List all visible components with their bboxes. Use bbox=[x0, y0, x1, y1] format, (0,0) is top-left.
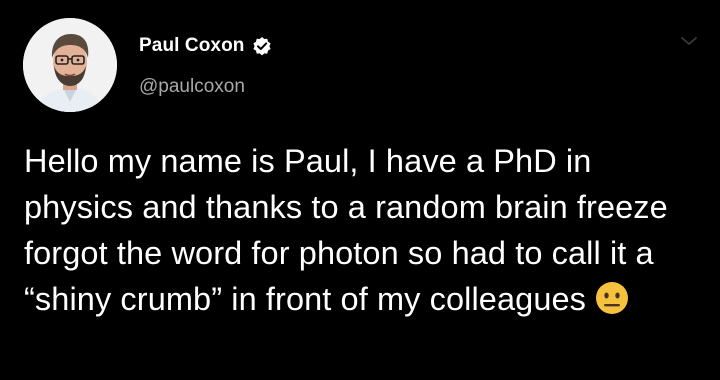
profile-photo bbox=[23, 18, 117, 112]
neutral-face-icon bbox=[594, 280, 630, 316]
display-name[interactable]: Paul Coxon bbox=[139, 35, 245, 57]
chevron-down-icon[interactable] bbox=[680, 34, 698, 46]
author-name-row[interactable]: Paul Coxon bbox=[139, 33, 272, 59]
tweet-text: Hello my name is Paul, I have a PhD in p… bbox=[24, 143, 668, 317]
user-handle[interactable]: @paulcoxon bbox=[139, 76, 245, 98]
verified-badge-icon bbox=[252, 36, 272, 56]
avatar[interactable] bbox=[23, 18, 117, 112]
tweet-card: Paul Coxon @paulcoxon Hello my name is P… bbox=[0, 0, 720, 380]
tweet-body: Hello my name is Paul, I have a PhD in p… bbox=[24, 138, 694, 322]
